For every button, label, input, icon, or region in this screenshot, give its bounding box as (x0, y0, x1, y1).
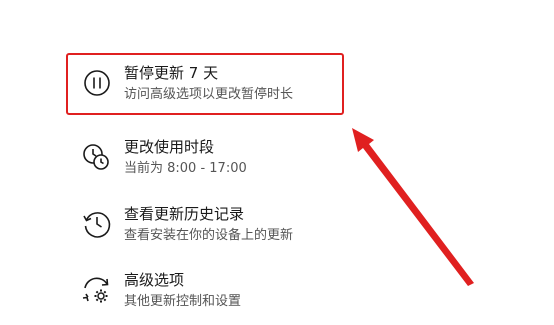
advanced-options-description: 其他更新控制和设置 (124, 294, 242, 309)
advanced-options-title: 高级选项 (124, 271, 185, 289)
view-update-history-option[interactable]: 查看更新历史记录 查看安装在你的设备上的更新 (80, 197, 340, 253)
view-update-history-description: 查看安装在你的设备上的更新 (124, 228, 294, 243)
change-active-hours-option[interactable]: 更改使用时段 当前为 8:00 - 17:00 (80, 130, 340, 186)
advanced-options-gear-icon (80, 273, 114, 307)
pause-icon (80, 66, 114, 100)
advanced-options-option[interactable]: 高级选项 其他更新控制和设置 (80, 263, 340, 319)
active-hours-clock-icon (80, 140, 114, 174)
pause-updates-title: 暂停更新 7 天 (124, 64, 219, 82)
view-update-history-title: 查看更新历史记录 (124, 205, 245, 223)
change-active-hours-title: 更改使用时段 (124, 138, 215, 156)
pause-updates-option[interactable]: 暂停更新 7 天 访问高级选项以更改暂停时长 (80, 56, 340, 112)
pause-updates-description: 访问高级选项以更改暂停时长 (124, 87, 294, 102)
active-hours-value: 当前为 8:00 - 17:00 (124, 161, 247, 176)
history-clock-icon (80, 207, 114, 241)
